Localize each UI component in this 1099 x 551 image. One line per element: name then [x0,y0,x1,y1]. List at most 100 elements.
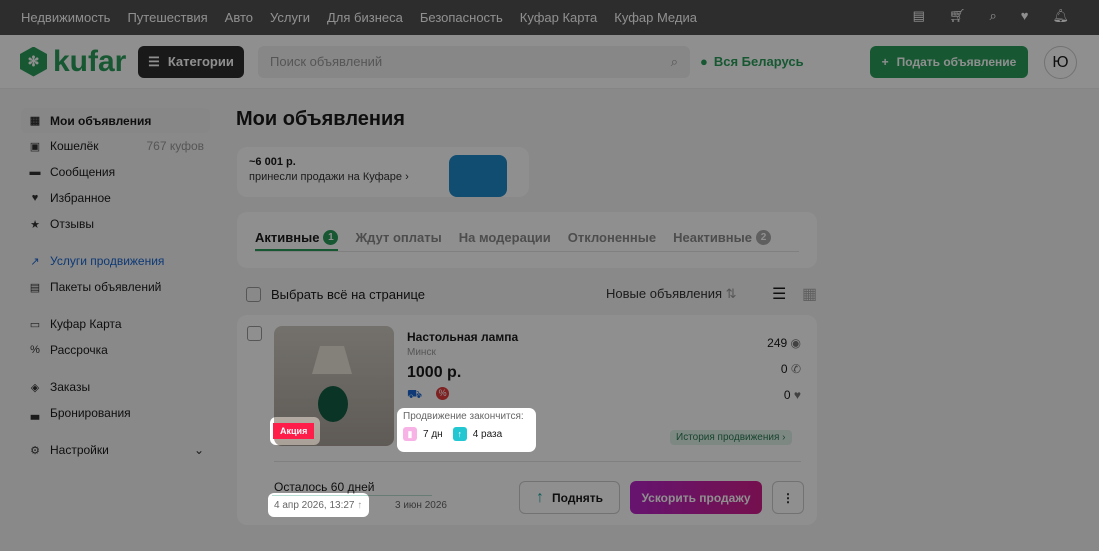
heart-icon: ♥ [793,388,801,402]
lifetime-progress-bar [272,495,432,496]
promo-badge: Акция [273,423,315,439]
listing-card: Акция Настольная лампа Минск 1000 р. ⛟ %… [237,315,817,525]
nav-auto[interactable]: Авто [225,10,253,25]
nav-services[interactable]: Услуги [270,10,310,25]
list-toolbar: Выбрать всё на странице Новые объявления… [246,285,821,303]
wallet-icon: ▣ [29,140,41,153]
sidebar-item-my-ads[interactable]: ▦ Мои объявления [21,108,210,133]
tab-label: Отклоненные [567,230,657,245]
days-remaining: Осталось 60 дней [274,480,375,494]
promotion-expiry: Продвижение закончится: ▮ 7 дн ↑ 4 раза [403,411,524,441]
listing-city: Минск [407,347,436,358]
sidebar-item-orders[interactable]: ◈ Заказы [21,374,210,400]
header: ✻ kufar ☰ Категории Поиск объявлений ⌕ ● Вся… [0,35,1099,89]
messages-icon[interactable]: ▤ [913,8,925,24]
wallet-illustration-icon [449,155,507,197]
bed-icon: ▃ [30,407,40,420]
search-input[interactable]: Поиск объявлений ⌕ [258,45,690,78]
more-options-button[interactable]: ⋮ [772,481,804,514]
kufar-logo[interactable]: ✻ kufar [20,45,138,79]
percent-icon: % [30,344,40,356]
earnings-banner[interactable]: ~6 001 р. принесли продажи на Куфаре › [237,147,529,197]
sidebar-item-packages[interactable]: ▤ Пакеты объявлений [21,274,210,300]
sidebar-item-wallet[interactable]: ▣ Кошелёк 767 куфов [21,133,210,159]
gear-icon: ⚙ [30,444,40,457]
region-label: Вся Беларусь [713,54,804,69]
sidebar-label: Кошелёк [50,139,99,153]
sidebar-label: Избранное [50,191,111,205]
package-icon: ▤ [29,281,41,294]
select-all-checkbox[interactable] [246,286,261,302]
sidebar-item-kufar-card[interactable]: ▭ Куфар Карта [21,311,210,337]
grid-view-icon[interactable]: ▦ [802,284,817,304]
tab-rejected[interactable]: Отклоненные [568,230,656,251]
sidebar-item-bookings[interactable]: ▃ Бронирования [21,400,210,426]
search-icon[interactable]: ⌕ [671,54,678,70]
nav-kufar-media[interactable]: Куфар Медиа [614,10,697,25]
nav-travel[interactable]: Путешествия [127,10,207,25]
location-pin-icon: ● [700,54,708,69]
sidebar-label: Заказы [50,380,91,394]
bell-icon[interactable]: 🔔︎ [1052,8,1069,24]
sidebar-item-favorites[interactable]: ♥ Избранное [21,185,210,211]
chat-icon: ▬ [29,166,41,178]
tab-active[interactable]: Активные 1 [255,230,339,251]
cart-icon[interactable]: 🛒︎ [949,8,966,24]
start-date: 4 апр 2026, 13:27 [274,500,355,511]
delivery-truck-icon: ⛟ [407,387,423,401]
sort-dropdown[interactable]: Новые объявления ⇅ [606,286,737,302]
raise-button[interactable]: ↑ Поднять [519,481,620,514]
trend-icon: ↗ [30,255,40,268]
plus-icon: + [881,55,889,69]
sidebar-label: Мои объявления [50,113,152,128]
listing-title[interactable]: Настольная лампа [407,330,518,344]
count-badge: 1 [323,230,339,245]
avatar[interactable]: Ю [1044,46,1077,79]
nav-realty[interactable]: Недвижимость [21,10,110,25]
sidebar-label: Услуги продвижения [50,254,165,268]
sort-label: Новые объявления [606,286,723,301]
tab-label: На модерации [458,230,551,245]
sidebar-label: Бронирования [50,406,131,420]
menu-icon: ☰ [148,53,160,69]
select-all-label[interactable]: Выбрать всё на странице [271,287,425,302]
list-view-icon[interactable]: ☰ [772,284,786,304]
categories-button[interactable]: ☰ Категории [138,45,244,78]
nav-business[interactable]: Для бизнеса [327,10,403,25]
sidebar-item-messages[interactable]: ▬ Сообщения [21,159,210,185]
raise-label: Поднять [552,490,603,505]
sidebar-item-settings[interactable]: ⚙ Настройки ⌄ [21,437,210,463]
page-title: Мои объявления [236,108,405,130]
region-selector[interactable]: ● Вся Беларусь [700,54,804,69]
sidebar-label: Куфар Карта [50,317,122,331]
nav-safety[interactable]: Безопасность [420,10,503,25]
search-saved-icon[interactable]: ⌕ [989,8,996,24]
raise-arrow-icon: ↑ [452,427,467,441]
promotion-history-link[interactable]: История продвижения › [670,430,792,445]
sidebar-label: Сообщения [50,165,116,179]
installment-percent-icon: % [436,387,450,400]
categories-label: Категории [167,54,234,69]
listing-price: 1000 р. [407,364,462,381]
tab-moderation[interactable]: На модерации [459,230,551,251]
box-icon: ◈ [30,381,40,394]
heart-icon[interactable]: ♥ [1021,8,1029,24]
promotion-days: 7 дн [423,428,443,440]
kebab-icon: ⋮ [782,490,794,505]
tab-label: Активные [255,230,320,245]
views-count: 249 [767,336,788,350]
tab-awaiting-payment[interactable]: Ждут оплаты [355,230,441,251]
end-date: 3 июн 2026 [395,500,447,511]
sidebar-label: Отзывы [50,217,94,231]
tab-label: Неактивные [673,230,752,245]
sidebar-item-promotion[interactable]: ↗ Услуги продвижения [21,248,210,274]
post-ad-button[interactable]: + Подать объявление [870,46,1028,78]
sidebar-item-reviews[interactable]: ★ Отзывы [21,211,210,237]
sidebar-item-installments[interactable]: % Рассрочка [21,337,210,363]
boost-sale-button[interactable]: Ускорить продажу [630,481,762,514]
tab-inactive[interactable]: Неактивные 2 [673,230,771,251]
listing-checkbox[interactable] [247,326,262,341]
nav-kufar-card[interactable]: Куфар Карта [520,10,597,25]
raise-small-icon: ↑ [357,500,363,511]
count-badge: 2 [755,230,771,245]
